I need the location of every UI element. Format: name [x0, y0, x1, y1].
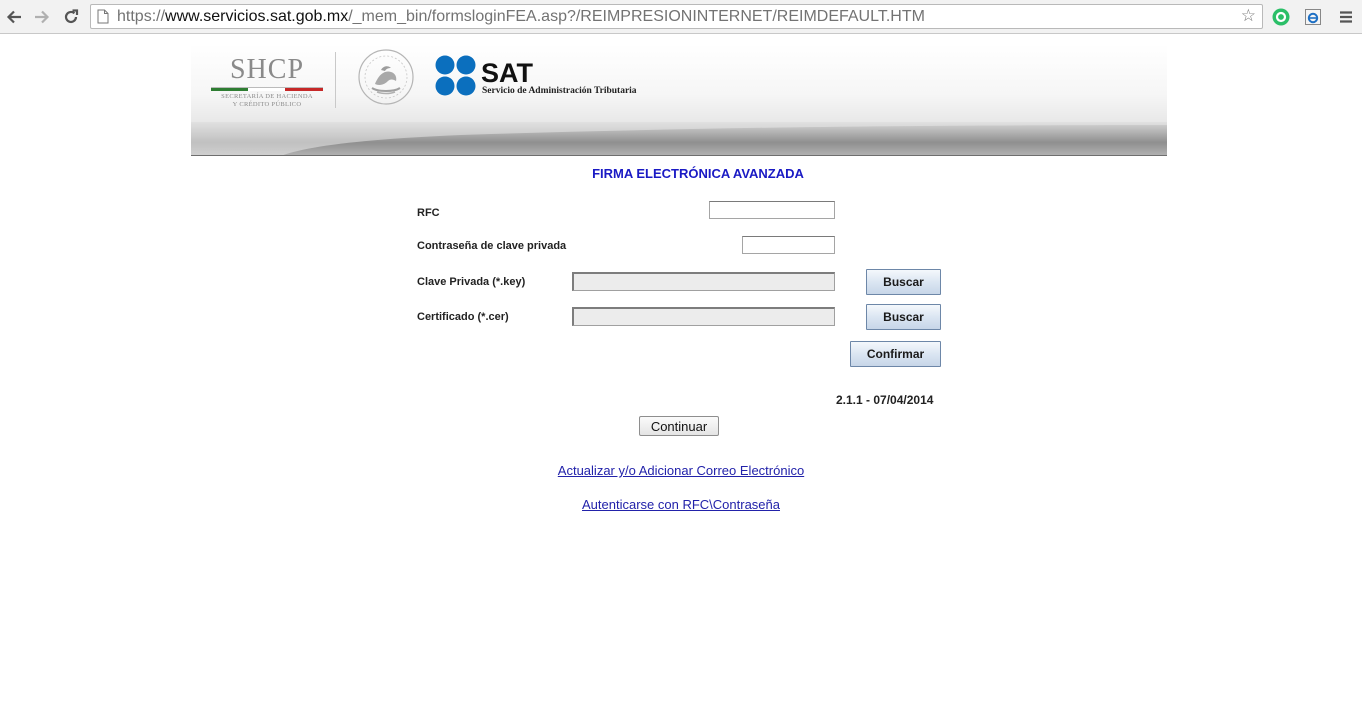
shcp-logo: SHCP SECRETARÍA DE HACIENDA Y CRÉDITO PÚ…	[207, 54, 327, 114]
shcp-subtitle-1: SECRETARÍA DE HACIENDA	[221, 93, 313, 100]
rfc-input[interactable]	[709, 201, 835, 219]
banner-curve	[191, 122, 1167, 156]
extension-icon[interactable]	[1271, 7, 1291, 27]
confirm-button[interactable]: Confirmar	[850, 341, 941, 367]
sat-dots-icon	[435, 55, 476, 96]
star-icon[interactable]: ☆	[1241, 7, 1256, 25]
sat-logo: SAT Servicio de Administración Tributari…	[435, 55, 665, 99]
url-path: /_mem_bin/formsloginFEA.asp?/REIMPRESION…	[348, 8, 925, 25]
mexico-seal-icon	[357, 48, 415, 106]
back-icon[interactable]	[3, 6, 25, 28]
password-input[interactable]	[742, 236, 835, 254]
url-text: https://www.servicios.sat.gob.mx/_mem_bi…	[117, 8, 925, 26]
ie-tab-icon[interactable]	[1303, 7, 1323, 27]
private-key-field[interactable]	[572, 272, 835, 291]
version-label: 2.1.1 - 07/04/2014	[836, 393, 934, 407]
certificate-label: Certificado (*.cer)	[417, 311, 509, 323]
update-email-link[interactable]: Actualizar y/o Adicionar Correo Electrón…	[0, 463, 1362, 478]
rfc-label: RFC	[417, 207, 440, 219]
address-bar[interactable]: https://www.servicios.sat.gob.mx/_mem_bi…	[90, 4, 1263, 29]
reload-icon[interactable]	[60, 6, 82, 28]
url-host: www.servicios.sat.gob.mx	[165, 8, 349, 25]
private-key-label: Clave Privada (*.key)	[417, 276, 526, 288]
forward-icon[interactable]	[31, 6, 53, 28]
page-title: FIRMA ELECTRÓNICA AVANZADA	[592, 166, 804, 181]
header-banner: SHCP SECRETARÍA DE HACIENDA Y CRÉDITO PÚ…	[191, 44, 1167, 156]
shcp-tricolor-line	[211, 87, 323, 91]
shcp-title: SHCP	[229, 54, 305, 85]
logo-divider	[335, 52, 336, 108]
menu-icon[interactable]	[1336, 7, 1356, 27]
search-cert-button[interactable]: Buscar	[866, 304, 941, 330]
browser-toolbar: https://www.servicios.sat.gob.mx/_mem_bi…	[0, 0, 1362, 34]
auth-rfc-link[interactable]: Autenticarse con RFC\Contraseña	[0, 497, 1362, 512]
url-scheme: https://	[117, 8, 166, 25]
search-key-button[interactable]: Buscar	[866, 269, 941, 295]
shcp-subtitle-2: Y CRÉDITO PÚBLICO	[232, 101, 302, 108]
sat-subtitle: Servicio de Administración Tributaria	[482, 86, 637, 96]
password-label: Contraseña de clave privada	[417, 240, 567, 252]
page-icon	[97, 9, 109, 29]
continue-button[interactable]: Continuar	[639, 416, 719, 436]
certificate-field[interactable]	[572, 307, 835, 326]
sat-title: SAT	[481, 58, 533, 88]
